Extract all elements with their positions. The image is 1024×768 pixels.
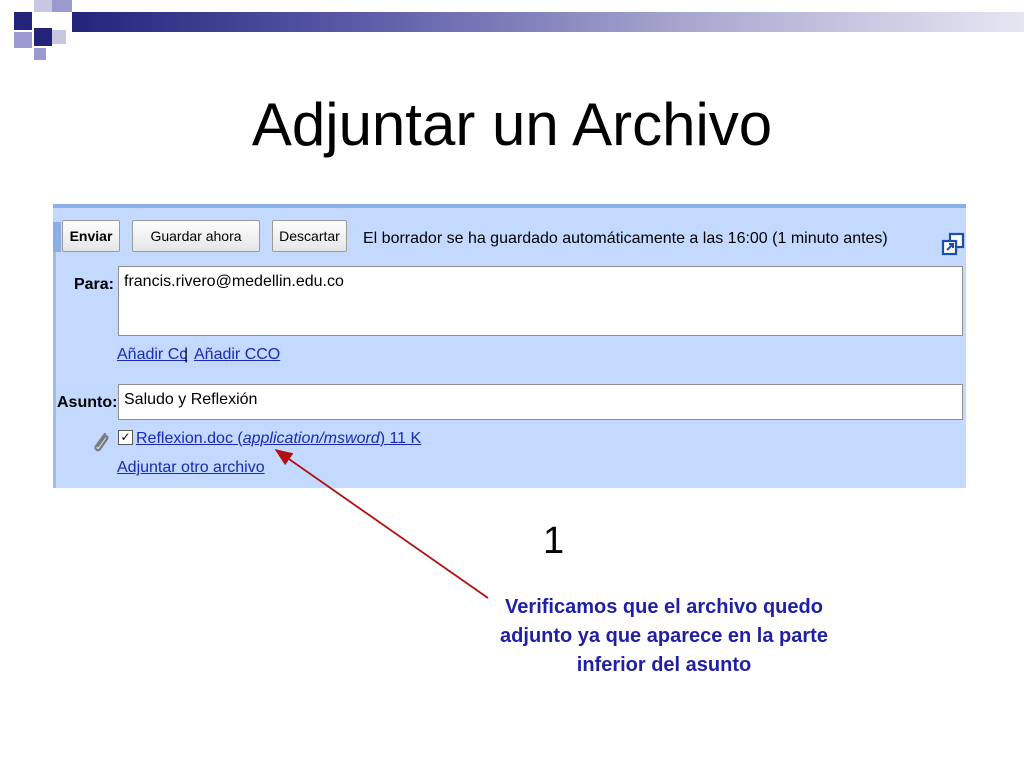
annotation-caption: Verificamos que el archivo quedo adjunto… xyxy=(500,596,828,676)
step-number: 1 xyxy=(543,520,565,562)
